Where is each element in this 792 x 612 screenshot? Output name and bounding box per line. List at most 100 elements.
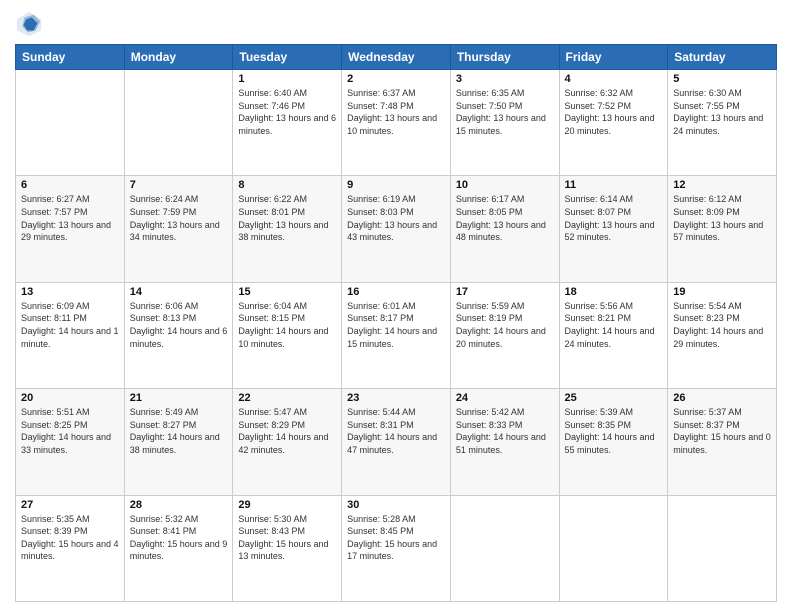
day-number: 22 <box>238 392 336 404</box>
day-info: Sunrise: 6:04 AM Sunset: 8:15 PM Dayligh… <box>238 300 336 350</box>
calendar-cell: 24 Sunrise: 5:42 AM Sunset: 8:33 PM Dayli… <box>450 389 559 495</box>
day-number: 20 <box>21 392 119 404</box>
calendar-cell: 17 Sunrise: 5:59 AM Sunset: 8:19 PM Dayli… <box>450 282 559 388</box>
calendar-cell: 20Sunrise: 5:51 AM Sunset: 8:25 PM Dayli… <box>16 389 125 495</box>
day-info: Sunrise: 6:35 AM Sunset: 7:50 PM Dayligh… <box>456 87 554 137</box>
day-number: 15 <box>238 286 336 298</box>
day-info: Sunrise: 6:01 AM Sunset: 8:17 PM Dayligh… <box>347 300 445 350</box>
day-info: Sunrise: 5:56 AM Sunset: 8:21 PM Dayligh… <box>565 300 663 350</box>
day-number: 8 <box>238 179 336 191</box>
day-info: Sunrise: 6:30 AM Sunset: 7:55 PM Dayligh… <box>673 87 771 137</box>
calendar-cell: 12 Sunrise: 6:12 AM Sunset: 8:09 PM Dayli… <box>668 176 777 282</box>
calendar-cell: 29 Sunrise: 5:30 AM Sunset: 8:43 PM Dayli… <box>233 495 342 601</box>
day-info: Sunrise: 5:30 AM Sunset: 8:43 PM Dayligh… <box>238 513 336 563</box>
day-number: 3 <box>456 73 554 85</box>
calendar-cell: 19 Sunrise: 5:54 AM Sunset: 8:23 PM Dayli… <box>668 282 777 388</box>
day-number: 30 <box>347 499 445 511</box>
logo-icon <box>15 10 43 38</box>
day-info: Sunrise: 6:19 AM Sunset: 8:03 PM Dayligh… <box>347 193 445 243</box>
weekday-friday: Friday <box>559 45 668 70</box>
calendar-cell: 30 Sunrise: 5:28 AM Sunset: 8:45 PM Dayli… <box>342 495 451 601</box>
day-info: Sunrise: 5:54 AM Sunset: 8:23 PM Dayligh… <box>673 300 771 350</box>
header <box>15 10 777 38</box>
day-info: Sunrise: 5:59 AM Sunset: 8:19 PM Dayligh… <box>456 300 554 350</box>
calendar-cell: 28 Sunrise: 5:32 AM Sunset: 8:41 PM Dayli… <box>124 495 233 601</box>
day-number: 16 <box>347 286 445 298</box>
calendar-cell: 7 Sunrise: 6:24 AM Sunset: 7:59 PM Daylig… <box>124 176 233 282</box>
calendar-week-row: 20Sunrise: 5:51 AM Sunset: 8:25 PM Dayli… <box>16 389 777 495</box>
day-number: 9 <box>347 179 445 191</box>
day-number: 4 <box>565 73 663 85</box>
calendar-cell <box>124 70 233 176</box>
calendar-cell: 13 Sunrise: 6:09 AM Sunset: 8:11 PM Dayli… <box>16 282 125 388</box>
day-info: Sunrise: 6:24 AM Sunset: 7:59 PM Dayligh… <box>130 193 228 243</box>
day-info: Sunrise: 5:49 AM Sunset: 8:27 PM Dayligh… <box>130 406 228 456</box>
weekday-tuesday: Tuesday <box>233 45 342 70</box>
day-number: 6 <box>21 179 119 191</box>
day-number: 28 <box>130 499 228 511</box>
day-info: Sunrise: 5:44 AM Sunset: 8:31 PM Dayligh… <box>347 406 445 456</box>
day-number: 1 <box>238 73 336 85</box>
day-number: 23 <box>347 392 445 404</box>
day-info: Sunrise: 6:12 AM Sunset: 8:09 PM Dayligh… <box>673 193 771 243</box>
calendar-cell <box>559 495 668 601</box>
day-number: 26 <box>673 392 771 404</box>
calendar-cell: 16 Sunrise: 6:01 AM Sunset: 8:17 PM Dayli… <box>342 282 451 388</box>
calendar-cell: 6Sunrise: 6:27 AM Sunset: 7:57 PM Daylig… <box>16 176 125 282</box>
calendar-cell: 27Sunrise: 5:35 AM Sunset: 8:39 PM Dayli… <box>16 495 125 601</box>
calendar-cell: 2Sunrise: 6:37 AM Sunset: 7:48 PM Daylig… <box>342 70 451 176</box>
day-info: Sunrise: 6:32 AM Sunset: 7:52 PM Dayligh… <box>565 87 663 137</box>
calendar-cell: 4 Sunrise: 6:32 AM Sunset: 7:52 PM Daylig… <box>559 70 668 176</box>
day-info: Sunrise: 6:40 AM Sunset: 7:46 PM Dayligh… <box>238 87 336 137</box>
day-number: 14 <box>130 286 228 298</box>
calendar-cell <box>16 70 125 176</box>
day-number: 19 <box>673 286 771 298</box>
calendar-cell: 5 Sunrise: 6:30 AM Sunset: 7:55 PM Daylig… <box>668 70 777 176</box>
calendar-cell <box>668 495 777 601</box>
day-info: Sunrise: 6:22 AM Sunset: 8:01 PM Dayligh… <box>238 193 336 243</box>
day-info: Sunrise: 6:09 AM Sunset: 8:11 PM Dayligh… <box>21 300 119 350</box>
calendar-cell: 23 Sunrise: 5:44 AM Sunset: 8:31 PM Dayli… <box>342 389 451 495</box>
calendar-week-row: 13 Sunrise: 6:09 AM Sunset: 8:11 PM Dayli… <box>16 282 777 388</box>
day-number: 29 <box>238 499 336 511</box>
calendar-cell: 1 Sunrise: 6:40 AM Sunset: 7:46 PM Daylig… <box>233 70 342 176</box>
weekday-monday: Monday <box>124 45 233 70</box>
calendar-week-row: 27Sunrise: 5:35 AM Sunset: 8:39 PM Dayli… <box>16 495 777 601</box>
day-info: Sunrise: 6:17 AM Sunset: 8:05 PM Dayligh… <box>456 193 554 243</box>
calendar-cell: 22 Sunrise: 5:47 AM Sunset: 8:29 PM Dayli… <box>233 389 342 495</box>
day-number: 17 <box>456 286 554 298</box>
page: SundayMondayTuesdayWednesdayThursdayFrid… <box>0 0 792 612</box>
calendar-cell: 9 Sunrise: 6:19 AM Sunset: 8:03 PM Daylig… <box>342 176 451 282</box>
logo <box>15 10 47 38</box>
weekday-saturday: Saturday <box>668 45 777 70</box>
day-number: 24 <box>456 392 554 404</box>
calendar-cell: 21 Sunrise: 5:49 AM Sunset: 8:27 PM Dayli… <box>124 389 233 495</box>
weekday-header-row: SundayMondayTuesdayWednesdayThursdayFrid… <box>16 45 777 70</box>
day-number: 12 <box>673 179 771 191</box>
day-info: Sunrise: 5:28 AM Sunset: 8:45 PM Dayligh… <box>347 513 445 563</box>
weekday-wednesday: Wednesday <box>342 45 451 70</box>
day-number: 18 <box>565 286 663 298</box>
day-number: 10 <box>456 179 554 191</box>
day-number: 13 <box>21 286 119 298</box>
day-info: Sunrise: 5:47 AM Sunset: 8:29 PM Dayligh… <box>238 406 336 456</box>
day-info: Sunrise: 6:14 AM Sunset: 8:07 PM Dayligh… <box>565 193 663 243</box>
calendar-cell: 14Sunrise: 6:06 AM Sunset: 8:13 PM Dayli… <box>124 282 233 388</box>
day-number: 21 <box>130 392 228 404</box>
calendar-cell: 8 Sunrise: 6:22 AM Sunset: 8:01 PM Daylig… <box>233 176 342 282</box>
day-number: 7 <box>130 179 228 191</box>
calendar-cell <box>450 495 559 601</box>
calendar-cell: 18 Sunrise: 5:56 AM Sunset: 8:21 PM Dayli… <box>559 282 668 388</box>
calendar-cell: 10 Sunrise: 6:17 AM Sunset: 8:05 PM Dayli… <box>450 176 559 282</box>
day-info: Sunrise: 5:32 AM Sunset: 8:41 PM Dayligh… <box>130 513 228 563</box>
calendar-table: SundayMondayTuesdayWednesdayThursdayFrid… <box>15 44 777 602</box>
day-info: Sunrise: 5:42 AM Sunset: 8:33 PM Dayligh… <box>456 406 554 456</box>
calendar-cell: 25Sunrise: 5:39 AM Sunset: 8:35 PM Dayli… <box>559 389 668 495</box>
day-info: Sunrise: 5:39 AM Sunset: 8:35 PM Dayligh… <box>565 406 663 456</box>
calendar-cell: 26Sunrise: 5:37 AM Sunset: 8:37 PM Dayli… <box>668 389 777 495</box>
calendar-cell: 15 Sunrise: 6:04 AM Sunset: 8:15 PM Dayli… <box>233 282 342 388</box>
day-number: 27 <box>21 499 119 511</box>
day-number: 5 <box>673 73 771 85</box>
day-info: Sunrise: 6:37 AM Sunset: 7:48 PM Dayligh… <box>347 87 445 137</box>
day-number: 11 <box>565 179 663 191</box>
